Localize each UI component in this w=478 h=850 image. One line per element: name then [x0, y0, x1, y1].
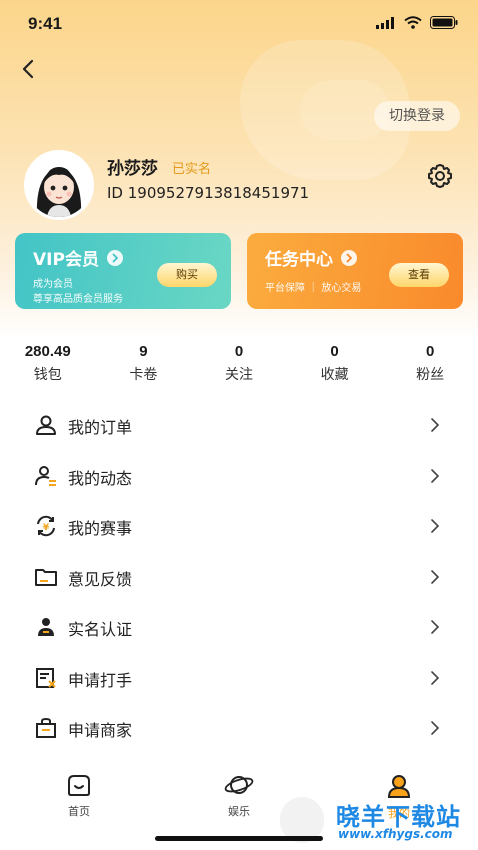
- stat-value: 0: [330, 343, 339, 360]
- stat-cards[interactable]: 9 卡卷: [96, 343, 192, 393]
- menu-item-verification[interactable]: 实名认证: [0, 601, 478, 652]
- stat-label: 收藏: [320, 367, 349, 383]
- user-name: 孙莎莎: [107, 159, 158, 179]
- user-id: ID 1909527913818451971: [107, 184, 310, 202]
- task-sub-line1: 平台保障 ｜ 放心交易: [265, 283, 362, 294]
- gear-icon: [428, 164, 452, 188]
- stat-following[interactable]: 0 关注: [191, 343, 287, 393]
- back-button[interactable]: [14, 54, 44, 84]
- buy-button[interactable]: 购买: [157, 263, 217, 287]
- stat-favorites[interactable]: 0 收藏: [287, 343, 383, 393]
- menu-label: 申请打手: [68, 670, 133, 690]
- task-title: 任务中心: [265, 245, 357, 270]
- stat-value: 0: [426, 343, 435, 360]
- vip-title-text: VIP会员: [33, 250, 99, 270]
- menu-item-apply-player[interactable]: 申请打手: [0, 652, 478, 703]
- chevron-right-icon: [431, 569, 440, 584]
- menu-item-events[interactable]: ¥ 我的赛事: [0, 500, 478, 551]
- chevron-left-icon: [22, 59, 34, 79]
- stat-value: 0: [234, 343, 244, 360]
- chevron-right-icon: [431, 468, 440, 483]
- view-button[interactable]: 查看: [389, 263, 449, 287]
- menu-label: 我的动态: [68, 468, 133, 488]
- stats-row: 280.49 钱包 9 卡卷 0 关注 0 收藏 0 粉丝: [0, 343, 478, 393]
- user-icon: [36, 415, 56, 435]
- stat-label: 关注: [224, 367, 253, 383]
- menu-label: 我的订单: [68, 418, 133, 437]
- shop-bag-icon: [36, 717, 56, 738]
- switch-login-button[interactable]: 切换登录: [374, 101, 460, 131]
- stat-label: 卡卷: [129, 367, 158, 383]
- chevron-right-icon: [431, 670, 440, 685]
- menu-label: 实名认证: [68, 620, 133, 639]
- battery-icon: [430, 16, 458, 29]
- avatar[interactable]: [24, 150, 94, 220]
- menu-item-orders[interactable]: 我的订单: [0, 399, 478, 450]
- stat-value: 280.49: [24, 343, 71, 360]
- planet-icon: [224, 776, 254, 794]
- chevron-right-icon: [431, 418, 440, 432]
- stat-wallet[interactable]: 280.49 钱包: [0, 343, 96, 393]
- chevron-right-icon: [431, 721, 440, 735]
- signal-icon: [376, 16, 394, 29]
- verified-badge: 已实名: [172, 162, 212, 177]
- chevron-right-icon: [431, 620, 440, 634]
- vip-sub-line2: 尊享高品质会员服务: [33, 294, 123, 305]
- watermark-url: www.xfhygs.com: [338, 827, 453, 841]
- status-icons: [376, 16, 458, 29]
- tab-entertainment[interactable]: 娱乐: [199, 773, 279, 819]
- status-time: 9:41: [28, 14, 63, 33]
- home-icon: [68, 775, 90, 796]
- task-card[interactable]: 任务中心 平台保障 ｜ 放心交易 查看: [247, 233, 463, 309]
- stat-label: 粉丝: [416, 367, 445, 383]
- chevron-right-circle-icon: [106, 249, 123, 266]
- avatar-illustration: [27, 153, 91, 217]
- svg-text:¥: ¥: [43, 523, 50, 533]
- tab-label: 首页: [68, 805, 90, 818]
- tab-label: 娱乐: [228, 805, 250, 818]
- form-edit-icon: [36, 667, 56, 688]
- menu-item-activity[interactable]: 我的动态: [0, 450, 478, 501]
- status-bar: 9:41: [0, 0, 478, 50]
- home-indicator: [155, 836, 323, 841]
- chevron-right-icon: [431, 519, 440, 533]
- menu-item-feedback[interactable]: 意见反馈: [0, 551, 478, 602]
- yen-refresh-icon: ¥: [37, 515, 55, 537]
- menu-label: 我的赛事: [68, 519, 133, 538]
- vip-title: VIP会员: [33, 245, 123, 270]
- task-title-text: 任务中心: [265, 250, 333, 270]
- menu-label: 申请商家: [68, 721, 133, 740]
- menu-label: 意见反馈: [68, 569, 133, 589]
- user-list-icon: [35, 465, 56, 486]
- id-user-icon: [38, 618, 54, 636]
- stat-label: 钱包: [33, 367, 62, 383]
- vip-sub-line1: 成为会员: [33, 279, 73, 290]
- wifi-icon: [404, 16, 422, 29]
- vip-card[interactable]: VIP会员 成为会员 尊享高品质会员服务 购买: [15, 233, 231, 309]
- stat-value: 9: [139, 343, 148, 360]
- settings-button[interactable]: [424, 160, 456, 192]
- menu-list: 我的订单 我的动态 ¥ 我的赛事 意见反馈 实名认证 申请打手 申请商家: [0, 399, 478, 753]
- chevron-right-circle-icon: [341, 249, 357, 266]
- folder-icon: [35, 568, 57, 586]
- tab-home[interactable]: 首页: [39, 773, 119, 819]
- stat-fans[interactable]: 0 粉丝: [382, 343, 478, 393]
- menu-item-apply-merchant[interactable]: 申请商家: [0, 702, 478, 753]
